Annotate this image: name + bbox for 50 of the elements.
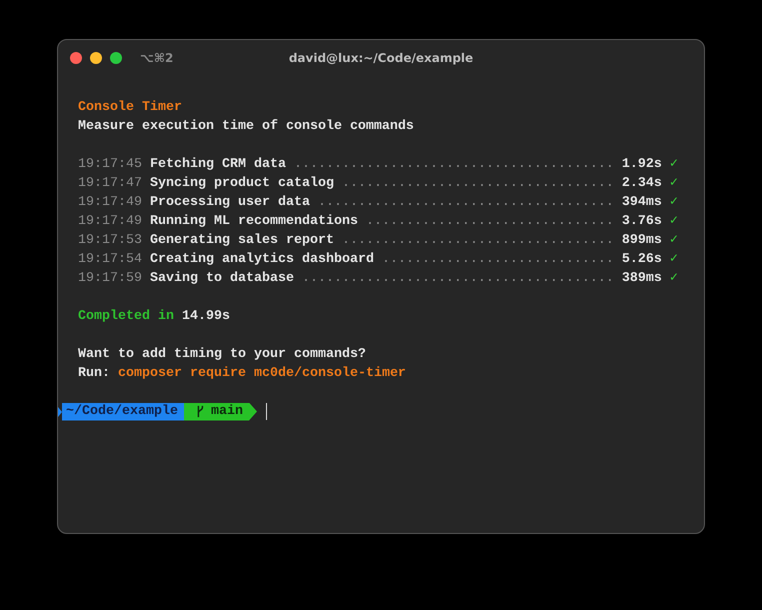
zoom-button[interactable] (110, 52, 122, 64)
check-mark: ✓ (670, 157, 678, 172)
task-duration: 394ms (622, 195, 662, 210)
branch-name: main (210, 403, 243, 421)
task-duration: 899ms (622, 233, 662, 248)
task-label: Processing user data (150, 195, 310, 210)
timestamp: 19:17:53 (78, 233, 142, 248)
timestamp: 19:17:45 (78, 157, 142, 172)
output-subtitle: Measure execution time of console commands (78, 119, 414, 134)
dot-leader: ..................................... (318, 195, 614, 210)
check-mark: ✓ (670, 252, 678, 267)
task-label: Syncing product catalog (150, 176, 334, 191)
timestamp: 19:17:47 (78, 176, 142, 191)
hint-text: Want to add timing to your commands? (78, 347, 366, 362)
timestamp: 19:17:59 (78, 271, 142, 286)
run-label: Run: (78, 366, 110, 381)
task-label: Running ML recommendations (150, 214, 358, 229)
total-duration: 14.99s (182, 309, 230, 324)
task-duration: 1.92s (622, 157, 662, 172)
task-duration: 5.26s (622, 252, 662, 267)
completed-label: Completed in (78, 309, 174, 324)
task-label: Generating sales report (150, 233, 334, 248)
close-button[interactable] (70, 52, 82, 64)
check-mark: ✓ (670, 214, 678, 229)
task-label: Creating analytics dashboard (150, 252, 374, 267)
minimize-button[interactable] (90, 52, 102, 64)
task-label: Saving to database (150, 271, 294, 286)
task-duration: 2.34s (622, 176, 662, 191)
timestamp: 19:17:54 (78, 252, 142, 267)
dot-leader: .................................. (342, 233, 614, 248)
check-mark: ✓ (670, 271, 678, 286)
task-duration: 3.76s (622, 214, 662, 229)
tab-shortcut: ⌥⌘2 (140, 51, 174, 65)
check-mark: ✓ (670, 195, 678, 210)
text-cursor[interactable] (266, 403, 267, 420)
dot-leader: ............................. (382, 252, 614, 267)
task-label: Fetching CRM data (150, 157, 286, 172)
output-title: Console Timer (78, 100, 182, 115)
dot-leader: ........................................ (294, 157, 614, 172)
install-command: composer require mc0de/console-timer (118, 366, 406, 381)
dot-leader: ....................................... (302, 271, 614, 286)
timestamp: 19:17:49 (78, 195, 142, 210)
window-title: david@lux:~/Code/example (288, 51, 474, 65)
timestamp: 19:17:49 (78, 214, 142, 229)
check-mark: ✓ (670, 176, 678, 191)
dot-leader: ............................... (366, 214, 614, 229)
dot-leader: .................................. (342, 176, 614, 191)
task-duration: 389ms (622, 271, 662, 286)
check-mark: ✓ (670, 233, 678, 248)
git-branch-icon (196, 405, 204, 418)
